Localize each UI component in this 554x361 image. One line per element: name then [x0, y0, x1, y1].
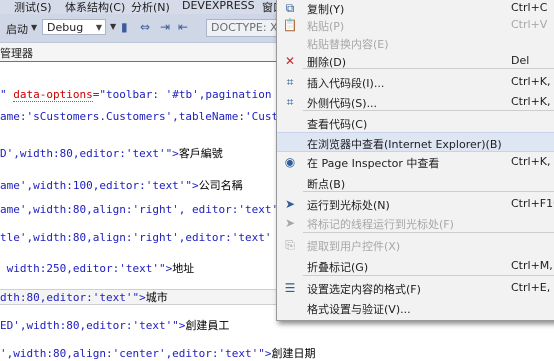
context-menu-item[interactable]: 在浏览器中查看(Internet Explorer)(B) — [277, 132, 554, 152]
context-menu-item-label: 插入代码段(I)... — [307, 77, 385, 90]
context-menu-item-shortcut: Ctrl+K, X — [511, 75, 554, 88]
outdent-icon[interactable]: ⇤ — [178, 20, 188, 34]
format-selection-icon: ☰ — [284, 281, 296, 295]
context-menu-item-label: 设置选定内容的格式(F) — [307, 283, 421, 296]
context-menu-item-shortcut: Ctrl+E, F — [511, 281, 554, 294]
context-menu-item[interactable]: 格式设置与验证(V)... — [277, 298, 554, 318]
code-text: 創建員工 — [185, 319, 230, 332]
code-string: ame:'sCustomers.Customers',tableName:'Cu… — [0, 110, 279, 123]
context-menu-item-label: 提取到用户控件(X) — [307, 240, 401, 253]
code-line: D',width:80,editor:'text'">客戶編號 — [0, 145, 223, 161]
menu-analyze[interactable]: 分析(N) — [131, 0, 170, 14]
code-line: tle',width:80,align:'right',editor:'text… — [0, 231, 272, 244]
paste-icon: 📋 — [282, 18, 298, 32]
context-menu-item[interactable]: 折叠标记(G) Ctrl+M, C — [277, 256, 554, 276]
delete-icon: ✕ — [284, 54, 296, 68]
code-line: ED',width:80,editor:'text'">創建員工 — [0, 317, 229, 333]
tab-manager[interactable]: 管理器 — [0, 45, 33, 61]
context-menu-item[interactable]: 📋 粘贴(P) Ctrl+V — [277, 15, 554, 35]
configuration-select[interactable]: Debug ▼ — [42, 19, 106, 35]
context-menu-item[interactable]: 粘贴替换内容(E) — [277, 33, 554, 53]
context-menu-item-label: 断点(B) — [307, 178, 346, 191]
context-menu: ⧉ 复制(Y) Ctrl+C 📋 粘贴(P) Ctrl+V 粘贴替换内容(E) ✕ 删除(D) D… — [276, 0, 554, 321]
menu-architecture[interactable]: 体系结构(C) — [65, 0, 125, 14]
run-flagged-threads-icon: ➤ — [284, 216, 296, 230]
code-text: 客戶編號 — [178, 147, 223, 160]
context-menu-item-label: 在浏览器中查看(Internet Explorer)(B) — [307, 138, 502, 151]
chevron-down-icon[interactable]: ▼ — [31, 23, 37, 32]
insert-snippet-icon: ⌗ — [286, 75, 294, 89]
context-menu-item[interactable]: 查看代码(C) — [277, 113, 554, 133]
code-text: 地址 — [172, 262, 195, 275]
code-line: ame',width:80,align:'right', editor:'tex… — [0, 203, 278, 216]
copy-icon: ⧉ — [285, 1, 295, 15]
context-menu-item-label: 在 Page Inspector 中查看 — [307, 157, 440, 170]
chevron-down-icon: ▼ — [95, 23, 102, 32]
context-menu-item-label: 粘贴替换内容(E) — [307, 38, 389, 51]
context-menu-item[interactable]: ◉ 在 Page Inspector 中查看 Ctrl+K, G — [277, 152, 554, 172]
context-menu-item[interactable]: ➤ 运行到光标处(N) Ctrl+F10 — [277, 194, 554, 214]
code-string: dth:80,editor:'text'"> — [0, 291, 146, 304]
context-menu-item-label: 折叠标记(G) — [307, 261, 369, 274]
context-menu-item[interactable]: ✕ 删除(D) Del — [277, 51, 554, 71]
code-string: tle',width:80,align:'right',editor:'text… — [0, 231, 272, 244]
code-string: D',width:80,editor:'text'"> — [0, 147, 179, 160]
code-line: ame',width:100,editor:'text'">公司名稱 — [0, 177, 243, 193]
context-menu-item-shortcut: Ctrl+K, G — [511, 155, 554, 168]
start-button[interactable]: 启动 — [6, 21, 28, 37]
context-menu-item-label: 外侧代码(S)... — [307, 97, 378, 110]
code-text: 公司名稱 — [198, 179, 243, 192]
context-menu-item[interactable]: ☰ 设置选定内容的格式(F) Ctrl+E, F — [277, 278, 554, 298]
context-menu-item-shortcut: Ctrl+K, S — [511, 95, 554, 108]
code-string: ame',width:80,align:'right', editor:'tex… — [0, 203, 279, 216]
context-menu-item-label: 粘贴(P) — [307, 20, 345, 33]
context-menu-item-shortcut: Ctrl+V — [511, 18, 548, 31]
context-menu-item[interactable]: ⌗ 插入代码段(I)... Ctrl+K, X — [277, 72, 554, 92]
code-text: 城市 — [145, 291, 168, 304]
context-menu-item[interactable]: ⌗ 外侧代码(S)... Ctrl+K, S — [277, 92, 554, 112]
code-attribute: data-options — [13, 88, 93, 102]
code-string: " — [0, 88, 14, 101]
code-string: ED',width:80,editor:'text'"> — [0, 319, 186, 332]
attach-icon[interactable]: ▮ — [121, 20, 128, 34]
configuration-value: Debug — [47, 21, 84, 34]
page-inspector-icon: ◉ — [284, 155, 296, 169]
context-menu-item-label: 运行到光标处(N) — [307, 199, 390, 212]
context-menu-item-shortcut: Ctrl+M, C — [511, 259, 554, 272]
extract-control-icon: ⎘ — [285, 238, 295, 252]
comment-icon[interactable]: ⇔ — [140, 20, 150, 34]
code-string: ',width:80,align:'center',editor:'text'"… — [0, 347, 272, 360]
context-menu-item-label: 删除(D) — [307, 56, 347, 69]
code-line: ',width:80,align:'center',editor:'text'"… — [0, 345, 316, 361]
toolbar-overflow-icon[interactable]: ▼ — [110, 22, 116, 31]
code-string: width:250,editor:'text'"> — [0, 262, 173, 275]
context-menu-item-shortcut: Ctrl+F10 — [511, 197, 554, 210]
code-line: " data-options="toolbar: '#tb',paginatio… — [0, 88, 272, 102]
run-to-cursor-icon: ➤ — [284, 197, 296, 211]
context-menu-item[interactable]: 断点(B) — [277, 173, 554, 193]
code-string: ="toolbar: '#tb',pagination — [92, 88, 272, 101]
context-menu-item-label: 将标记的线程运行到光标处(F) — [307, 218, 454, 231]
context-menu-item-label: 格式设置与验证(V)... — [307, 303, 411, 316]
surround-with-icon: ⌗ — [286, 95, 294, 109]
context-menu-item-shortcut: Ctrl+C — [511, 1, 548, 14]
code-line: width:250,editor:'text'">地址 — [0, 260, 195, 276]
context-menu-item[interactable]: ➤ 将标记的线程运行到光标处(F) — [277, 213, 554, 233]
code-text: 創建日期 — [271, 347, 316, 360]
code-line: ame:'sCustomers.Customers',tableName:'Cu… — [0, 110, 278, 123]
context-menu-item[interactable]: ⎘ 提取到用户控件(X) — [277, 235, 554, 255]
code-line: dth:80,editor:'text'">城市 — [0, 289, 168, 305]
context-menu-item-shortcut: Del — [511, 54, 530, 67]
menu-devexpress[interactable]: DEVEXPRESS — [182, 0, 255, 12]
menu-test[interactable]: 测试(S) — [14, 0, 52, 14]
indent-icon[interactable]: ⇥ — [160, 20, 170, 34]
context-menu-item-label: 查看代码(C) — [307, 118, 368, 131]
code-string: ame',width:100,editor:'text'"> — [0, 179, 199, 192]
